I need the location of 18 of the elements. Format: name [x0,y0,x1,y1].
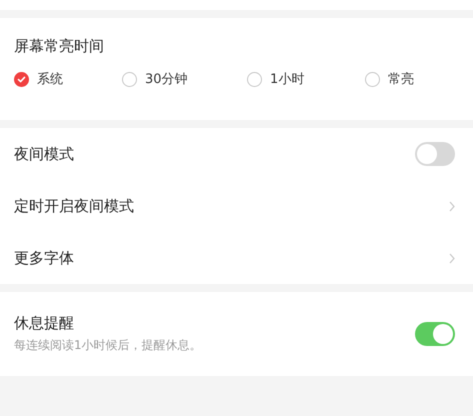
setting-label[interactable]: 更多字体 [14,248,74,268]
setting-description: 每连续阅读1小时候后，提醒休息。 [14,337,202,354]
radio-icon[interactable] [122,72,137,86]
radio-option[interactable]: 系统 [14,70,122,88]
chevron-right-icon [449,200,455,212]
radio-icon[interactable] [247,72,262,86]
radio-icon[interactable] [365,72,380,86]
chevron-right-icon [449,252,455,264]
radio-option[interactable]: 常亮 [365,70,465,88]
radio-checked-icon[interactable] [14,72,29,86]
radio-option[interactable]: 1小时 [247,70,365,88]
setting-label: 夜间模式 [14,144,74,164]
radio-option[interactable]: 30分钟 [122,70,247,88]
setting-label: 休息提醒 [14,314,75,333]
section-title: 屏幕常亮时间 [14,36,105,56]
toggle-switch[interactable] [415,142,455,166]
toggle-switch[interactable] [415,322,455,346]
setting-label[interactable]: 定时开启夜间模式 [14,196,134,216]
